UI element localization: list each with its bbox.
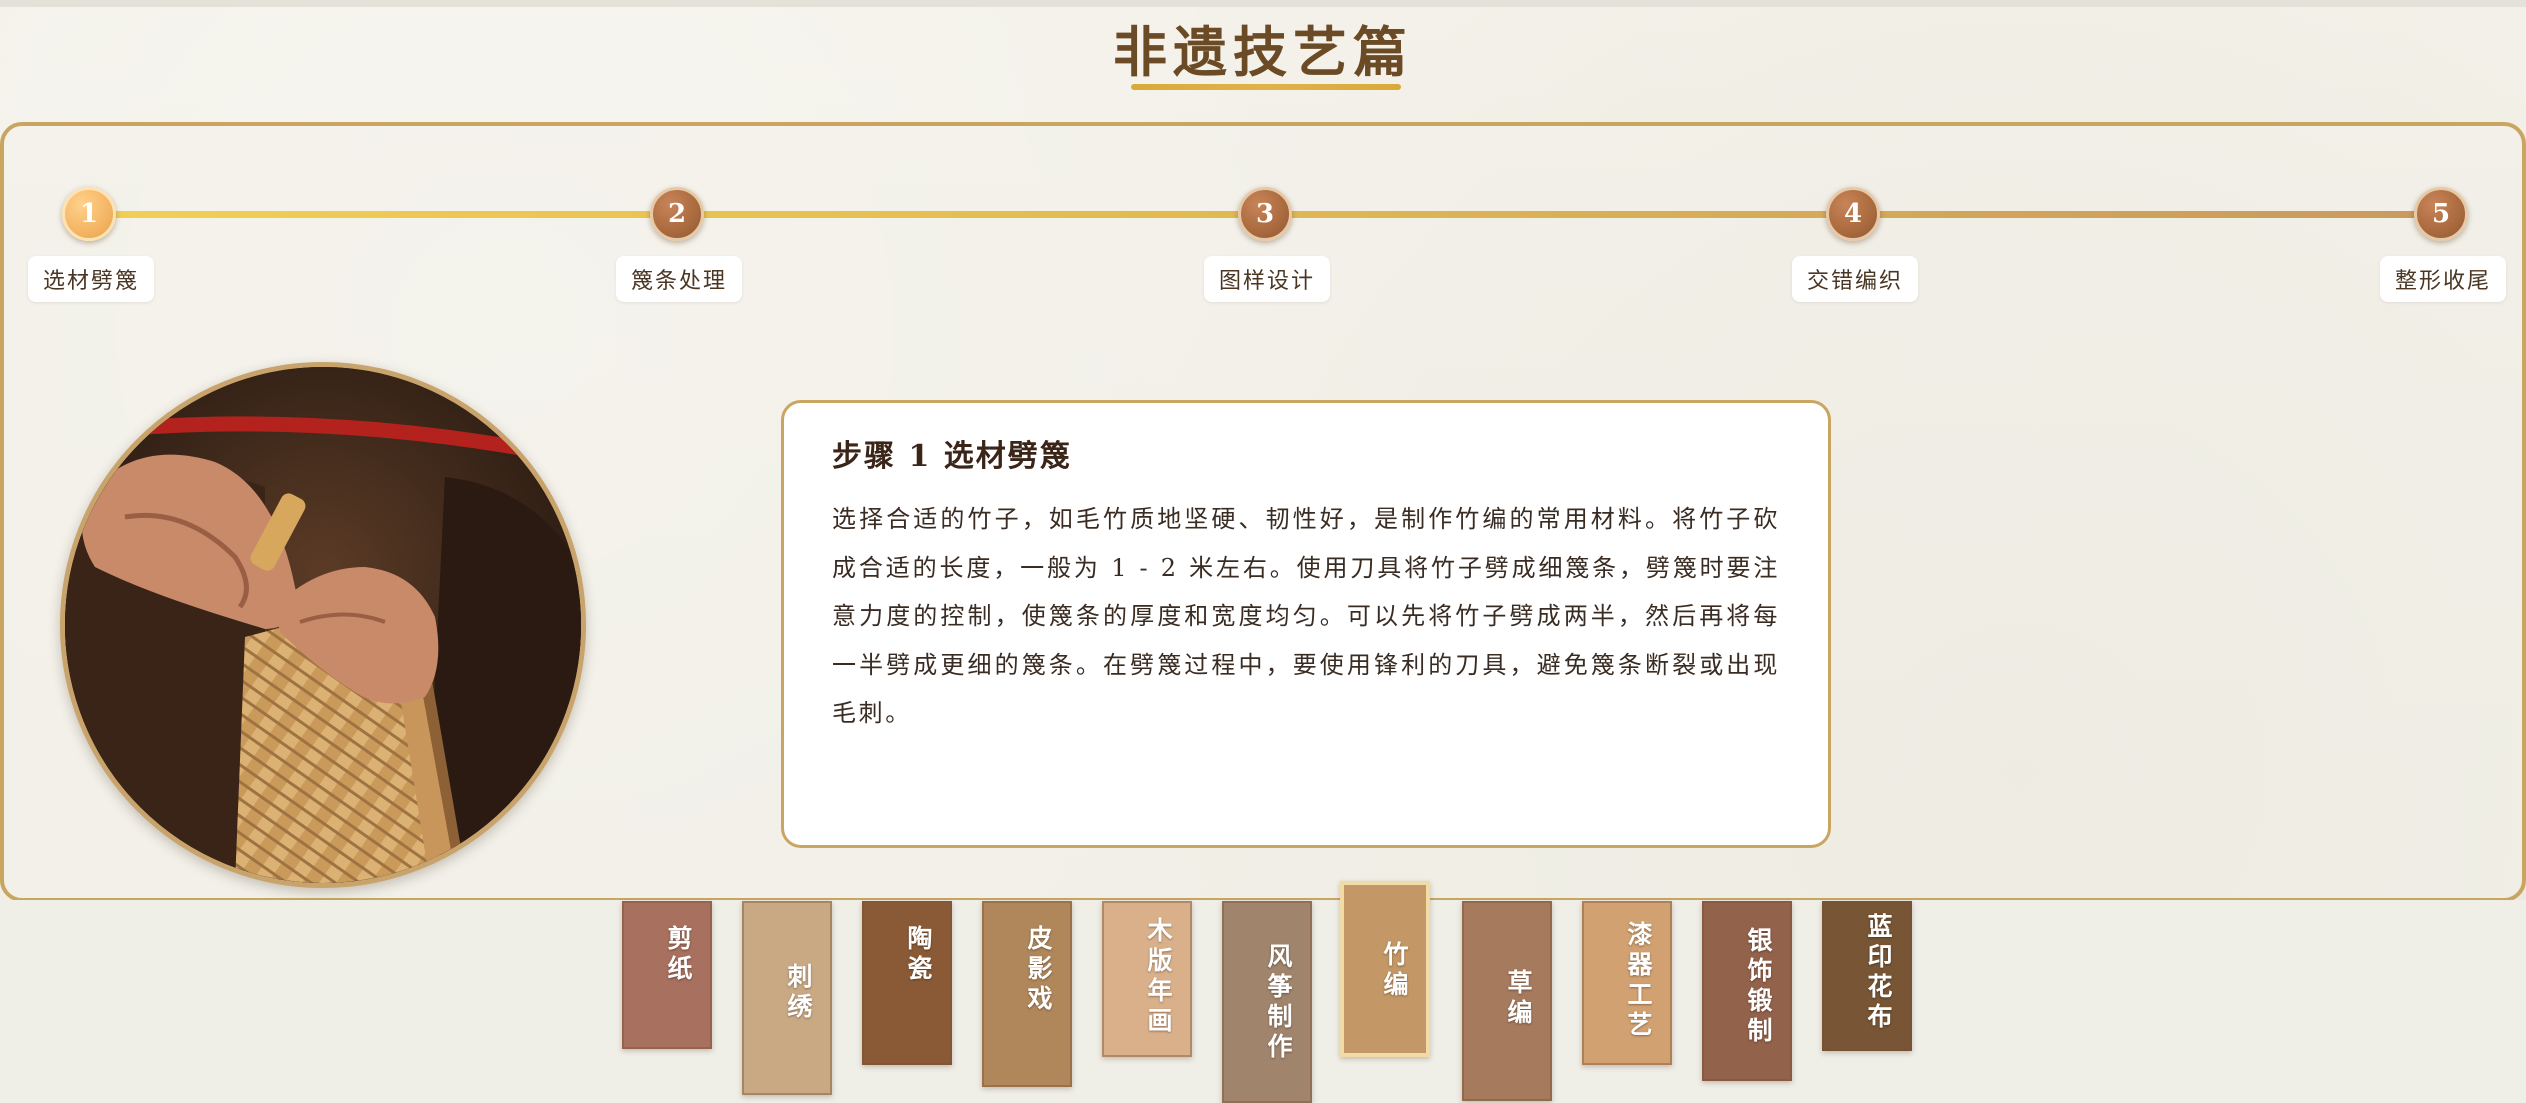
craft-tile-blue-calico[interactable]: 蓝印花布 — [1822, 901, 1912, 1051]
title-underline — [1131, 84, 1401, 90]
step-label-4[interactable]: 交错编织 — [1792, 256, 1918, 302]
step-photo — [60, 362, 586, 888]
craft-tile-bamboo-weaving[interactable]: 竹编 — [1340, 881, 1430, 1057]
top-divider — [0, 0, 2526, 7]
craft-tile-ceramics[interactable]: 陶瓷 — [862, 901, 952, 1065]
step-label-5[interactable]: 整形收尾 — [2380, 256, 2506, 302]
step-content-title: 步骤 1 选材劈篾 — [832, 439, 1072, 474]
step-label-3[interactable]: 图样设计 — [1204, 256, 1330, 302]
bamboo-weaving-hands-photo — [65, 367, 581, 883]
craft-tile-straw-weaving[interactable]: 草编 — [1462, 901, 1552, 1101]
step-node-1[interactable]: 1 — [62, 187, 116, 241]
step-node-3[interactable]: 3 — [1238, 187, 1292, 241]
step-node-5[interactable]: 5 — [2414, 187, 2468, 241]
craft-tile-embroidery[interactable]: 刺绣 — [742, 901, 832, 1095]
step-label-2[interactable]: 篾条处理 — [616, 256, 742, 302]
step-node-2[interactable]: 2 — [650, 187, 704, 241]
craft-tile-woodblock-prints[interactable]: 木版年画 — [1102, 901, 1192, 1057]
craft-tile-silver-forging[interactable]: 银饰锻制 — [1702, 901, 1792, 1081]
craft-tile-shadow-puppetry[interactable]: 皮影戏 — [982, 901, 1072, 1087]
step-node-4[interactable]: 4 — [1826, 187, 1880, 241]
step-label-1[interactable]: 选材劈篾 — [28, 256, 154, 302]
craft-tile-kite-making[interactable]: 风筝制作 — [1222, 901, 1312, 1103]
step-content-body: 选择合适的竹子，如毛竹质地坚硬、韧性好，是制作竹编的常用材料。将竹子砍成合适的长… — [832, 505, 1780, 727]
step-content-card: 步骤 1 选材劈篾 选择合适的竹子，如毛竹质地坚硬、韧性好，是制作竹编的常用材料… — [781, 400, 1831, 848]
craft-tile-paper-cutting[interactable]: 剪纸 — [622, 901, 712, 1049]
craft-tile-lacquerware[interactable]: 漆器工艺 — [1582, 901, 1672, 1065]
page-title: 非遗技艺篇 — [1113, 20, 1413, 84]
